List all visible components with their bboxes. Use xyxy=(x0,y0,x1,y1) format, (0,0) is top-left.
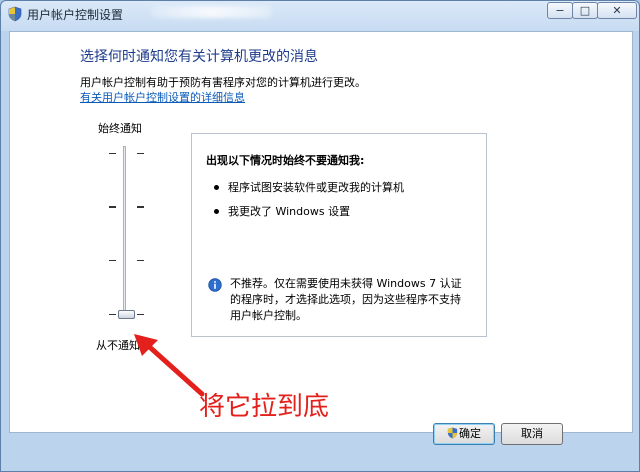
slider-tick-left xyxy=(109,260,116,261)
details-link[interactable]: 有关用户帐户控制设置的详细信息 xyxy=(80,89,245,105)
description-text: 用户帐户控制有助于预防有害程序对您的计算机进行更改。 xyxy=(80,76,366,89)
close-icon: ✕ xyxy=(612,4,622,17)
panel-title: 出现以下情况时始终不要通知我: xyxy=(206,154,365,167)
bullet-dot xyxy=(214,209,219,214)
cancel-button-label: 取消 xyxy=(521,427,543,440)
maximize-icon: □ xyxy=(579,4,591,17)
ok-button[interactable]: 确定 xyxy=(433,423,495,445)
slider-tick-right xyxy=(137,260,144,261)
list-item: 程序试图安装软件或更改我的计算机 xyxy=(228,181,404,194)
maximize-button[interactable]: □ xyxy=(572,2,598,19)
minimize-icon: − xyxy=(555,4,565,17)
cancel-button[interactable]: 取消 xyxy=(501,423,563,445)
slider-tick-right xyxy=(137,314,144,315)
description-panel: 出现以下情况时始终不要通知我: 程序试图安装软件或更改我的计算机 我更改了 Wi… xyxy=(191,133,487,337)
list-item: 我更改了 Windows 设置 xyxy=(228,205,351,218)
ok-button-label: 确定 xyxy=(459,427,481,440)
uac-shield-icon xyxy=(447,427,458,439)
slider-tick-right xyxy=(137,153,144,154)
info-icon xyxy=(208,278,222,292)
uac-settings-window: 用户帐户控制设置 − □ ✕ 选择何时通知您有关计算机更改的消息 用户帐户控制有… xyxy=(0,0,640,472)
slider-tick-left xyxy=(109,206,116,208)
content-area: 选择何时通知您有关计算机更改的消息 用户帐户控制有助于预防有害程序对您的计算机进… xyxy=(9,31,633,433)
annotation-text: 将它拉到底 xyxy=(199,392,330,422)
warning-note: 不推荐。仅在需要使用未获得 Windows 7 认证的程序时，才选择此选项，因为… xyxy=(230,277,462,322)
slider-tick-left xyxy=(109,153,116,154)
page-title: 选择何时通知您有关计算机更改的消息 xyxy=(80,49,318,65)
close-button[interactable]: ✕ xyxy=(597,2,637,19)
blurred-title-area xyxy=(151,6,271,18)
uac-shield-icon xyxy=(8,6,22,22)
slider-top-label: 始终通知 xyxy=(98,122,142,135)
slider-track[interactable] xyxy=(123,146,126,318)
bullet-dot xyxy=(214,185,219,190)
title-bar[interactable]: 用户帐户控制设置 − □ ✕ xyxy=(1,1,639,27)
slider-thumb[interactable] xyxy=(118,310,135,319)
minimize-button[interactable]: − xyxy=(547,2,573,19)
slider-tick-left xyxy=(109,314,116,315)
slider-tick-right xyxy=(137,206,144,208)
window-title: 用户帐户控制设置 xyxy=(27,8,124,22)
